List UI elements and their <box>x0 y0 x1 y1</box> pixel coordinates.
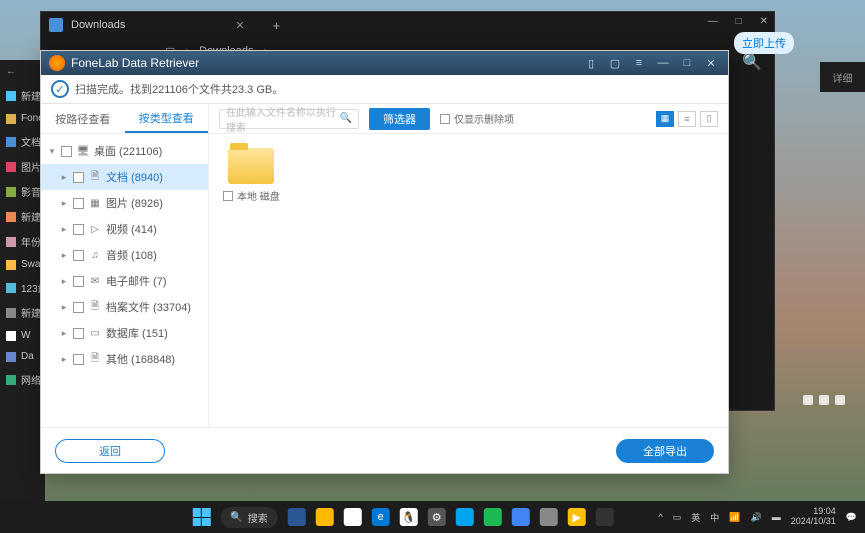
taskbar-app-icon[interactable] <box>540 508 558 526</box>
tab-by-type[interactable]: 按类型查看 <box>125 104 209 133</box>
desktop-widget[interactable] <box>803 395 845 405</box>
maximize-button[interactable]: □ <box>678 55 696 71</box>
export-all-button[interactable]: 全部导出 <box>616 439 714 463</box>
folder-item[interactable]: 本地 磁盘 <box>223 148 280 203</box>
taskbar-app-icon[interactable] <box>456 508 474 526</box>
panel-item[interactable]: Da <box>0 346 45 367</box>
close-button[interactable]: ✕ <box>760 16 768 27</box>
taskbar-app-icon[interactable]: G <box>344 508 362 526</box>
folder-checkbox[interactable] <box>223 191 233 201</box>
show-deleted-checkbox[interactable]: 仅显示删除项 <box>440 111 514 126</box>
scan-status-text: 扫描完成。找到221106个文件共23.3 GB。 <box>75 81 283 97</box>
panel-back-icon[interactable]: ← <box>0 60 45 83</box>
view-grid-button[interactable]: ▦ <box>656 111 674 127</box>
explorer-title-text: Downloads <box>71 19 125 31</box>
panel-item[interactable]: Swap <box>0 254 45 275</box>
filter-button[interactable]: 筛选器 <box>369 108 430 130</box>
fonelab-window: FoneLab Data Retriever ▯ ▢ ≡ — □ ✕ ✓ 扫描完… <box>40 50 729 474</box>
panel-new[interactable]: 新建 <box>0 83 45 108</box>
fonelab-logo-icon <box>49 55 65 71</box>
checkbox-icon[interactable] <box>440 114 450 124</box>
upload-badge[interactable]: 立即上传 <box>734 32 794 54</box>
file-grid[interactable]: 本地 磁盘 <box>209 134 728 427</box>
fonelab-title-text: FoneLab Data Retriever <box>71 56 199 70</box>
panel-item[interactable]: 文档 <box>0 129 45 154</box>
minimize-button[interactable]: — <box>708 16 718 27</box>
os-side-panel: ← 新建 FoneLa文档图片影音新建年份Swap123盘新建WDa网络 <box>0 60 45 510</box>
folder-label: 本地 磁盘 <box>237 188 280 203</box>
tray-battery-icon[interactable]: ▬ <box>772 512 781 522</box>
panel-item[interactable]: 年份 <box>0 229 45 254</box>
file-search-input[interactable]: 在此输入文件名称以执行搜索 🔍 <box>219 109 359 129</box>
category-sidebar: 按路径查看 按类型查看 ▾🖥桌面 (221106)▸🗎文档 (8940)▸▦图片… <box>41 104 209 427</box>
taskbar-app-icon[interactable]: ⚙ <box>428 508 446 526</box>
taskbar-app-icon[interactable]: e <box>372 508 390 526</box>
tree-node[interactable]: ▸🗎其他 (168848) <box>41 346 208 372</box>
tray-net-icon[interactable]: ▭ <box>673 512 682 523</box>
tree-node[interactable]: ▸▭数据库 (151) <box>41 320 208 346</box>
view-list-button[interactable]: ≡ <box>678 111 696 127</box>
taskbar-app-icon[interactable]: ▶ <box>568 508 586 526</box>
panel-item[interactable]: 网络 <box>0 367 45 392</box>
notification-icon[interactable]: 💬 <box>846 512 857 523</box>
tree-root[interactable]: ▾🖥桌面 (221106) <box>41 138 208 164</box>
tab-by-path[interactable]: 按路径查看 <box>41 104 125 133</box>
close-button[interactable]: ✕ <box>702 55 720 71</box>
view-detail-button[interactable]: ▯ <box>700 111 718 127</box>
tree-node[interactable]: ▸✉电子邮件 (7) <box>41 268 208 294</box>
panel-item[interactable]: 新建 <box>0 204 45 229</box>
wc-a[interactable]: ▯ <box>582 55 600 71</box>
tray-wifi-icon[interactable]: 📶 <box>729 512 740 523</box>
tree-node[interactable]: ▸🗎档案文件 (33704) <box>41 294 208 320</box>
panel-item[interactable]: FoneLa <box>0 108 45 129</box>
taskbar-app-icon[interactable]: 🐧 <box>400 508 418 526</box>
downloads-icon <box>49 18 63 32</box>
panel-item[interactable]: 图片 <box>0 154 45 179</box>
check-icon: ✓ <box>51 80 69 98</box>
explorer-window-controls: — □ ✕ <box>708 16 768 27</box>
tray-overflow-icon[interactable]: ^ <box>659 512 663 522</box>
wc-c[interactable]: ≡ <box>630 55 648 71</box>
explorer-titlebar[interactable]: Downloads ✕ + — □ ✕ <box>41 12 774 38</box>
tree-node[interactable]: ▸▦图片 (8926) <box>41 190 208 216</box>
footer-bar: 返回 全部导出 <box>41 427 728 473</box>
taskbar: 🔍搜索 Ge🐧⚙▶ ^ ▭ 英 中 📶 🔊 ▬ 19:042024/10/31 … <box>0 501 865 533</box>
panel-item[interactable]: 123盘 <box>0 275 45 300</box>
taskbar-search[interactable]: 🔍搜索 <box>220 507 277 528</box>
tray-ime[interactable]: 中 <box>710 511 719 524</box>
taskbar-app-icon[interactable] <box>484 508 502 526</box>
wc-b[interactable]: ▢ <box>606 55 624 71</box>
back-button[interactable]: 返回 <box>55 439 165 463</box>
search-icon[interactable]: 🔍 <box>340 113 352 124</box>
taskbar-app-icon[interactable] <box>596 508 614 526</box>
tree-node[interactable]: ▸▷视频 (414) <box>41 216 208 242</box>
taskbar-app-icon[interactable] <box>316 508 334 526</box>
panel-item[interactable]: W <box>0 325 45 346</box>
taskbar-app-icon[interactable] <box>512 508 530 526</box>
folder-icon <box>228 148 274 184</box>
tray-lang[interactable]: 英 <box>691 511 700 524</box>
tray-volume-icon[interactable]: 🔊 <box>751 512 762 523</box>
minimize-button[interactable]: — <box>654 55 672 71</box>
new-tab-button[interactable]: + <box>273 18 281 33</box>
search-icon[interactable]: 🔍 <box>742 52 762 72</box>
fonelab-titlebar[interactable]: FoneLab Data Retriever ▯ ▢ ≡ — □ ✕ <box>41 51 728 75</box>
tree-node[interactable]: ▸♫音频 (108) <box>41 242 208 268</box>
taskbar-app-icon[interactable] <box>288 508 306 526</box>
panel-item[interactable]: 影音 <box>0 179 45 204</box>
content-toolbar: 在此输入文件名称以执行搜索 🔍 筛选器 仅显示删除项 ▦ ≡ ▯ <box>209 104 728 134</box>
tab-close-icon[interactable]: ✕ <box>235 19 244 32</box>
explorer-details-toggle[interactable]: 详细 <box>820 62 865 92</box>
taskbar-clock[interactable]: 19:042024/10/31 <box>791 507 836 527</box>
start-button[interactable] <box>192 508 210 526</box>
scan-status-bar: ✓ 扫描完成。找到221106个文件共23.3 GB。 <box>41 75 728 103</box>
panel-item[interactable]: 新建 <box>0 300 45 325</box>
tree-node[interactable]: ▸🗎文档 (8940) <box>41 164 208 190</box>
maximize-button[interactable]: □ <box>736 16 742 27</box>
